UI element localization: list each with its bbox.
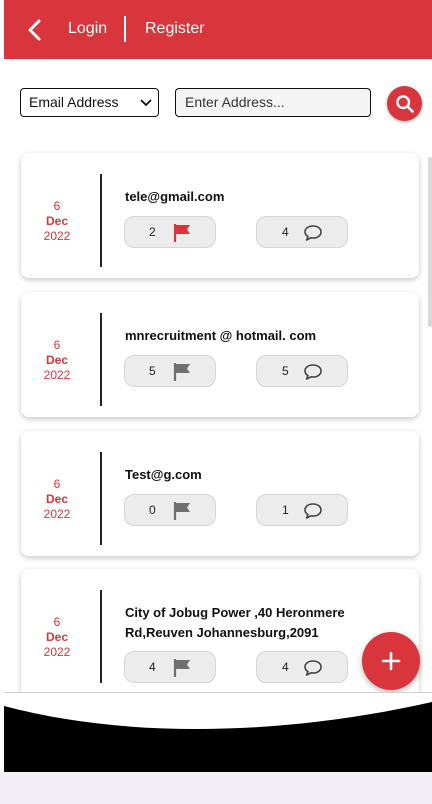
chevron-left-icon[interactable]: [24, 18, 48, 42]
chevron-down-icon: [140, 96, 152, 108]
top-bar: Login Register: [4, 0, 432, 59]
comment-count: 4: [282, 660, 289, 674]
card-divider: [100, 590, 102, 683]
post-year: 2022: [43, 645, 71, 659]
flag-icon: [173, 659, 190, 677]
comment-counter-button[interactable]: 4: [256, 216, 348, 248]
address-input[interactable]: Enter Address...: [175, 88, 371, 117]
post-list: 6 Dec 2022 tele@gmail.com 2 4 6 Dec 2022: [0, 147, 432, 692]
search-bar: Email Address Enter Address...: [0, 59, 432, 147]
flag-icon: [173, 363, 190, 381]
comment-icon: [304, 503, 322, 519]
comment-icon: [304, 660, 322, 676]
card-divider: [100, 313, 102, 406]
flag-counter-button[interactable]: 2: [124, 216, 216, 248]
comment-count: 4: [282, 225, 289, 239]
login-link[interactable]: Login: [68, 20, 107, 38]
post-year: 2022: [43, 229, 71, 243]
address-placeholder: Enter Address...: [185, 94, 285, 110]
post-month: Dec: [45, 353, 68, 367]
post-title: tele@gmail.com: [125, 189, 225, 204]
post-title: City of Jobug Power ,40 Heronmere Rd,Reu…: [125, 605, 345, 640]
register-link[interactable]: Register: [145, 20, 205, 38]
comment-counter-button[interactable]: 4: [256, 651, 348, 683]
list-scrollbar[interactable]: [428, 157, 432, 327]
flag-count: 5: [149, 364, 156, 378]
post-card[interactable]: 6 Dec 2022 Test@g.com 0 1: [21, 431, 419, 556]
flag-counter-button[interactable]: 5: [124, 355, 216, 387]
flag-icon: [173, 224, 190, 242]
comment-count: 1: [282, 503, 289, 517]
comment-count: 5: [282, 364, 289, 378]
post-day: 6: [53, 338, 61, 352]
post-title: Test@g.com: [125, 467, 202, 482]
flag-icon: [173, 502, 190, 520]
post-date: 6 Dec 2022: [37, 199, 77, 244]
post-day: 6: [53, 199, 61, 213]
search-filter-select[interactable]: Email Address: [20, 88, 159, 117]
nav-divider: [124, 16, 126, 42]
comment-icon: [304, 364, 322, 380]
post-day: 6: [53, 615, 61, 629]
post-date: 6 Dec 2022: [37, 338, 77, 383]
post-card[interactable]: 6 Dec 2022 mnrecruitment @ hotmail. com …: [21, 292, 419, 417]
post-date: 6 Dec 2022: [37, 477, 77, 522]
search-icon: [396, 95, 414, 113]
plus-icon: [381, 651, 401, 671]
post-month: Dec: [45, 214, 68, 228]
post-day: 6: [53, 477, 61, 491]
comment-icon: [304, 225, 322, 241]
card-divider: [100, 452, 102, 545]
search-filter-value: Email Address: [29, 94, 119, 110]
post-card[interactable]: 6 Dec 2022 City of Jobug Power ,40 Heron…: [21, 569, 419, 692]
card-divider: [100, 174, 102, 267]
post-date: 6 Dec 2022: [37, 615, 77, 660]
flag-count: 4: [149, 660, 156, 674]
comment-counter-button[interactable]: 5: [256, 355, 348, 387]
post-month: Dec: [45, 492, 68, 506]
post-year: 2022: [43, 368, 71, 382]
add-post-button[interactable]: [362, 632, 420, 690]
post-year: 2022: [43, 507, 71, 521]
post-title: mnrecruitment @ hotmail. com: [125, 328, 317, 343]
flag-counter-button[interactable]: 4: [124, 651, 216, 683]
post-month: Dec: [45, 630, 68, 644]
flag-counter-button[interactable]: 0: [124, 494, 216, 526]
comment-counter-button[interactable]: 1: [256, 494, 348, 526]
app-screen: Login Register Email Address Enter Addre…: [0, 0, 432, 772]
flag-count: 0: [149, 503, 156, 517]
flag-count: 2: [149, 225, 156, 239]
post-card[interactable]: 6 Dec 2022 tele@gmail.com 2 4: [21, 153, 419, 278]
search-button[interactable]: [387, 86, 422, 121]
footer-wave: [0, 692, 432, 772]
